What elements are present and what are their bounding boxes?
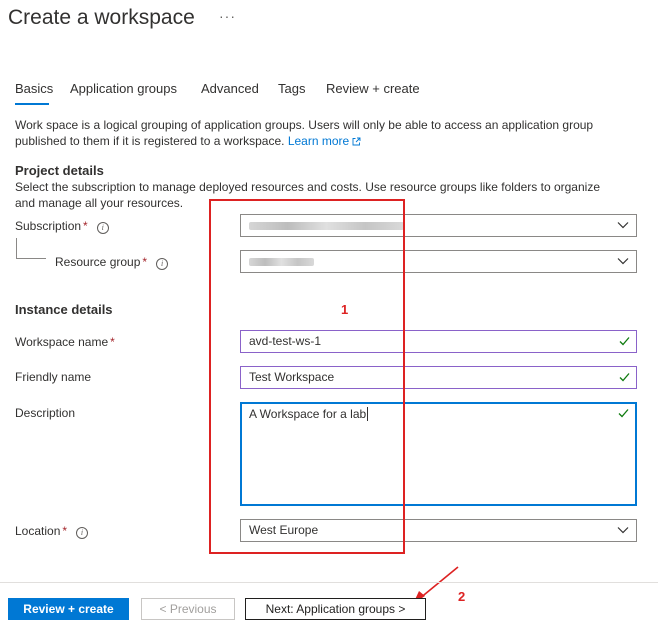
active-tab-indicator <box>15 103 49 105</box>
checkmark-icon <box>619 373 630 382</box>
page-title: Create a workspace <box>8 6 195 29</box>
info-icon[interactable]: i <box>76 527 89 539</box>
location-label: Location * i <box>15 524 89 539</box>
instance-details-heading: Instance details <box>15 302 113 317</box>
annotation-box <box>209 199 405 554</box>
tree-connector <box>16 238 17 259</box>
chevron-down-icon <box>617 527 629 534</box>
checkmark-icon <box>618 409 629 418</box>
tree-connector-branch <box>16 258 46 259</box>
description-label: Description <box>15 406 76 420</box>
resource-group-label: Resource group * i <box>55 255 169 270</box>
tab-review-create[interactable]: Review + create <box>326 81 420 96</box>
checkmark-icon <box>619 337 630 346</box>
footer-divider <box>0 582 658 583</box>
intro-description: Work space is a logical grouping of appl… <box>15 117 640 149</box>
external-link-icon <box>352 137 361 146</box>
chevron-down-icon <box>617 258 629 265</box>
learn-more-link[interactable]: Learn more <box>288 134 361 148</box>
info-icon[interactable]: i <box>96 222 109 234</box>
subscription-label: Subscription * i <box>15 219 109 234</box>
tab-application-groups[interactable]: Application groups <box>70 81 177 96</box>
review-create-button[interactable]: Review + create <box>8 598 129 620</box>
chevron-down-icon <box>617 222 629 229</box>
friendly-name-label: Friendly name <box>15 370 92 384</box>
previous-button[interactable]: < Previous <box>141 598 235 620</box>
tab-tags[interactable]: Tags <box>278 81 305 96</box>
workspace-name-label: Workspace name * <box>15 335 115 349</box>
annotation-number-1: 1 <box>341 302 349 317</box>
tab-advanced[interactable]: Advanced <box>201 81 259 96</box>
project-details-heading: Project details <box>15 163 104 178</box>
next-application-groups-button[interactable]: Next: Application groups > <box>245 598 426 620</box>
more-options-icon[interactable]: ··· <box>219 8 236 24</box>
tab-basics[interactable]: Basics <box>15 81 53 96</box>
info-icon[interactable]: i <box>156 258 169 270</box>
